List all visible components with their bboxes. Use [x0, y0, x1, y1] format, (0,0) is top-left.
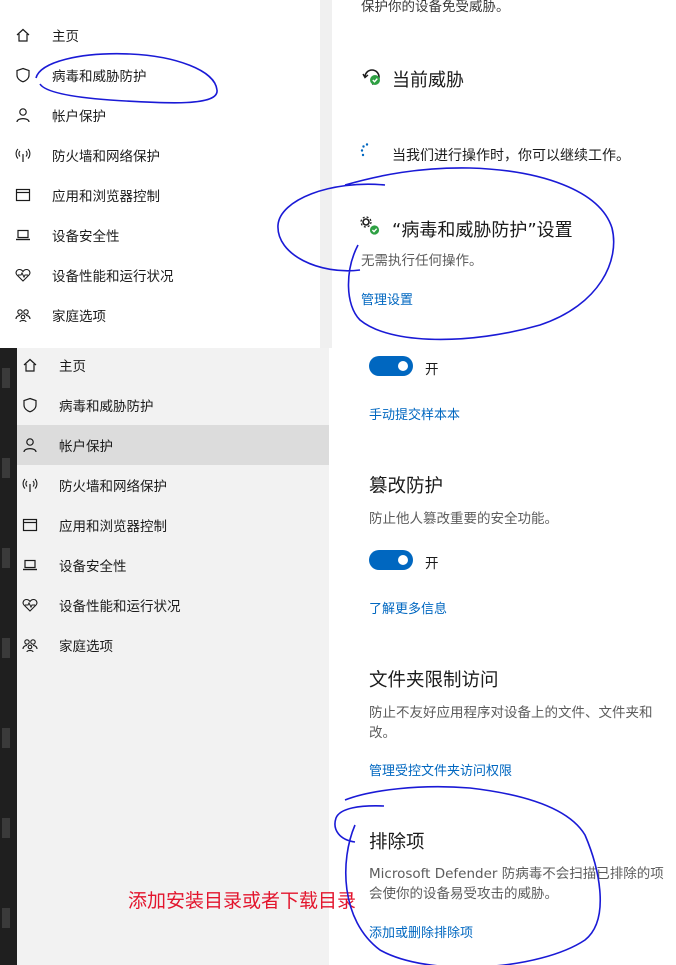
laptop-icon — [14, 226, 32, 244]
exclusions-desc-line2: 会使你的设备易受攻击的威胁。 — [369, 886, 558, 902]
sample-submission-toggle[interactable] — [369, 356, 413, 376]
browser-window-icon — [14, 186, 32, 204]
family-icon — [21, 636, 39, 654]
folder-access-desc-line2: 改。 — [369, 725, 396, 741]
nav-item-firewall[interactable]: 防火墙和网络保护 — [17, 465, 329, 505]
shield-icon — [21, 396, 39, 414]
virus-settings-desc: 无需执行任何操作。 — [361, 253, 483, 269]
nav-item-firewall[interactable]: 防火墙和网络保护 — [10, 135, 320, 175]
sidebar-bottom: 主页 病毒和威胁防护 帐户保护 防火墙和网络保护 应用和浏览器控制 设备安全性 — [17, 348, 329, 965]
desktop-edge-strip — [0, 348, 17, 965]
sidebar-top: 主页 病毒和威胁防护 帐户保护 防火墙和网络保护 应用和浏览器控制 设备安全性 — [10, 0, 320, 348]
nav-label: 设备安全性 — [59, 559, 127, 575]
protection-subtitle: 保护你的设备免受威胁。 — [361, 0, 510, 15]
nav-label: 主页 — [52, 29, 79, 45]
nav-label: 家庭选项 — [59, 639, 113, 655]
nav-item-app-browser[interactable]: 应用和浏览器控制 — [17, 505, 329, 545]
nav-item-app-browser[interactable]: 应用和浏览器控制 — [10, 175, 320, 215]
nav-item-account-protection[interactable]: 帐户保护 — [10, 95, 320, 135]
nav-item-device-security[interactable]: 设备安全性 — [10, 215, 320, 255]
tamper-protection-toggle[interactable] — [369, 550, 413, 570]
nav-label: 设备性能和运行状况 — [59, 599, 181, 615]
sidebar-top-edge — [320, 0, 332, 348]
family-icon — [14, 306, 32, 324]
nav-item-device-health[interactable]: 设备性能和运行状况 — [10, 255, 320, 295]
nav-item-home[interactable]: 主页 — [10, 15, 320, 55]
manage-settings-link[interactable]: 管理设置 — [361, 289, 413, 308]
nav-label: 应用和浏览器控制 — [59, 519, 167, 535]
person-icon — [21, 436, 39, 454]
home-icon — [14, 26, 32, 44]
nav-label: 家庭选项 — [52, 309, 106, 325]
gears-check-icon — [360, 216, 382, 238]
submit-sample-link[interactable]: 手动提交样本本 — [369, 404, 460, 423]
wifi-antenna-icon — [14, 146, 32, 164]
heart-pulse-icon — [14, 266, 32, 284]
nav-label: 病毒和威胁防护 — [59, 399, 154, 415]
wifi-antenna-icon — [21, 476, 39, 494]
person-icon — [14, 106, 32, 124]
nav-item-family[interactable]: 家庭选项 — [17, 625, 329, 665]
nav-label: 帐户保护 — [52, 109, 106, 125]
heart-pulse-icon — [21, 596, 39, 614]
annotation-text: 添加安装目录或者下载目录 — [128, 890, 357, 912]
nav-label: 应用和浏览器控制 — [52, 189, 160, 205]
nav-item-family[interactable]: 家庭选项 — [10, 295, 320, 335]
add-remove-exclusions-link[interactable]: 添加或删除排除项 — [369, 922, 473, 941]
exclusions-title: 排除项 — [369, 832, 425, 853]
sample-toggle-label: 开 — [425, 362, 439, 378]
nav-item-account-protection[interactable]: 帐户保护 — [17, 425, 329, 465]
nav-label: 防火墙和网络保护 — [52, 149, 160, 165]
virus-settings-title: “病毒和威胁防护”设置 — [392, 220, 573, 241]
home-icon — [21, 356, 39, 374]
current-threats-title: 当前威胁 — [392, 70, 464, 91]
loading-spinner-icon — [358, 142, 374, 160]
folder-access-desc-line1: 防止不友好应用程序对设备上的文件、文件夹和 — [369, 705, 653, 721]
tamper-toggle-label: 开 — [425, 556, 439, 572]
folder-access-title: 文件夹限制访问 — [369, 670, 499, 691]
refresh-check-icon — [361, 66, 383, 88]
learn-more-link[interactable]: 了解更多信息 — [369, 598, 447, 617]
shield-icon — [14, 66, 32, 84]
nav-label: 帐户保护 — [59, 439, 113, 455]
nav-item-device-health[interactable]: 设备性能和运行状况 — [17, 585, 329, 625]
nav-label: 病毒和威胁防护 — [52, 69, 147, 85]
nav-item-device-security[interactable]: 设备安全性 — [17, 545, 329, 585]
tamper-protection-title: 篡改防护 — [369, 476, 444, 497]
laptop-icon — [21, 556, 39, 574]
nav-item-virus-protection[interactable]: 病毒和威胁防护 — [17, 385, 329, 425]
tamper-protection-desc: 防止他人篡改重要的安全功能。 — [369, 511, 558, 527]
exclusions-desc-line1: Microsoft Defender 防病毒不会扫描已排除的项 — [369, 866, 664, 882]
nav-label: 设备安全性 — [52, 229, 120, 245]
nav-label: 设备性能和运行状况 — [52, 269, 174, 285]
scan-working-text: 当我们进行操作时，你可以继续工作。 — [392, 148, 630, 164]
browser-window-icon — [21, 516, 39, 534]
nav-item-virus-protection[interactable]: 病毒和威胁防护 — [10, 55, 320, 95]
nav-item-home[interactable]: 主页 — [17, 345, 329, 385]
manage-folder-access-link[interactable]: 管理受控文件夹访问权限 — [369, 760, 512, 779]
nav-label: 防火墙和网络保护 — [59, 479, 167, 495]
nav-label: 主页 — [59, 359, 86, 375]
